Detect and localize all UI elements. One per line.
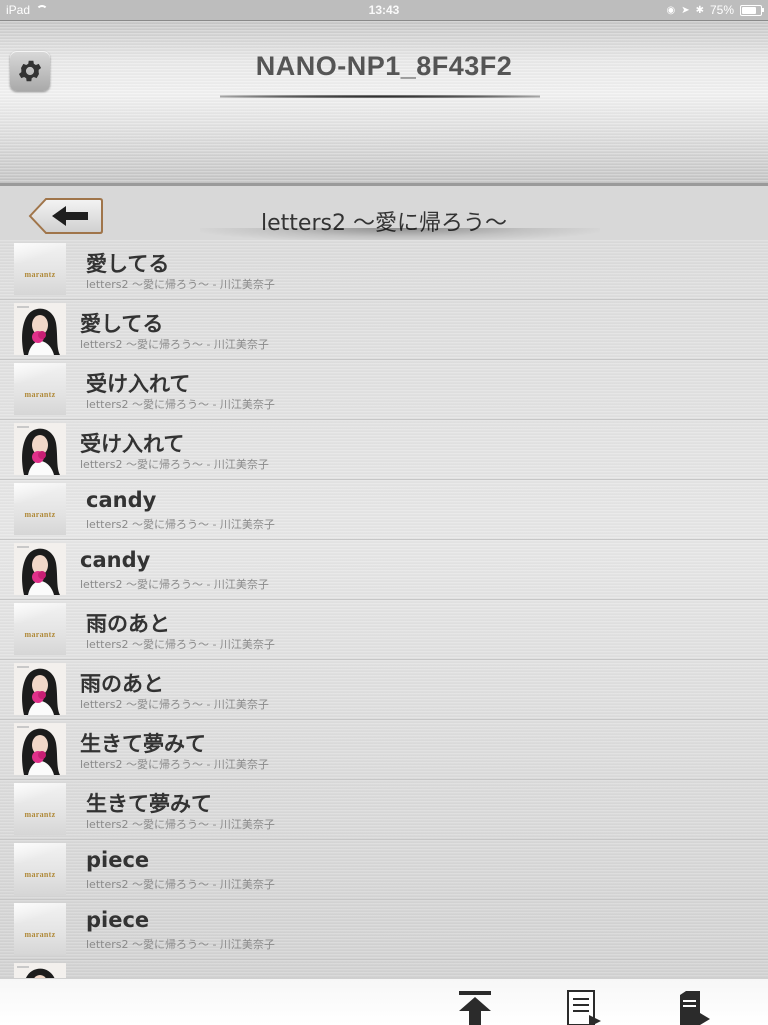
clock: 13:43 <box>368 3 400 17</box>
marantz-logo-text: marantz <box>24 809 56 819</box>
track-list[interactable]: marantz 愛してる letters2 〜愛に帰ろう〜 - 川江美奈子 愛してる l… <box>0 240 768 978</box>
track-title: 愛してる <box>80 312 164 336</box>
track-row[interactable]: 生きて夢みて letters2 〜愛に帰ろう〜 - 川江美奈子 <box>0 720 768 780</box>
marantz-logo-thumb: marantz <box>14 483 66 535</box>
track-subtitle: letters2 〜愛に帰ろう〜 - 川江美奈子 <box>80 458 269 471</box>
marantz-logo-text: marantz <box>24 509 56 519</box>
track-title: 受け入れて <box>86 372 191 396</box>
rotation-lock-icon: ◉ <box>666 4 676 16</box>
bluetooth-icon: ✱ <box>695 4 704 16</box>
track-subtitle: letters2 〜愛に帰ろう〜 - 川江美奈子 <box>86 938 275 951</box>
track-subtitle: letters2 〜愛に帰ろう〜 - 川江美奈子 <box>86 638 275 651</box>
album-art <box>14 723 66 775</box>
album-art <box>14 303 66 355</box>
track-row[interactable]: marantz candy letters2 〜愛に帰ろう〜 - 川江美奈子 <box>0 480 768 540</box>
track-row[interactable]: candy letters2 〜愛に帰ろう〜 - 川江美奈子 <box>0 540 768 600</box>
track-title: piece <box>86 908 150 932</box>
marantz-logo-thumb: marantz <box>14 783 66 835</box>
album-art <box>14 543 66 595</box>
status-bar: iPad 13:43 ◉ ➤ ✱ 75% <box>0 0 768 20</box>
marantz-logo-thumb: marantz <box>14 363 66 415</box>
album-art-image <box>14 303 66 355</box>
track-subtitle: letters2 〜愛に帰ろう〜 - 川江美奈子 <box>86 878 275 891</box>
track-title: 生きて夢みて <box>86 792 212 816</box>
album-art <box>14 663 66 715</box>
scroll-to-top-button[interactable] <box>455 989 495 1025</box>
track-title: 受け入れて <box>80 432 185 456</box>
marantz-logo-thumb: marantz <box>14 243 66 295</box>
marantz-logo-text: marantz <box>24 629 56 639</box>
playlist-icon <box>567 990 601 1025</box>
header: NANO-NP1_8F43F2 <box>0 20 768 186</box>
battery-fill <box>742 6 756 14</box>
track-row[interactable]: marantz piece letters2 〜愛に帰ろう〜 - 川江美奈子 <box>0 840 768 900</box>
track-title: 生きて夢みて <box>80 732 206 756</box>
scroll-to-top-icon <box>459 991 491 1025</box>
status-right: ◉ ➤ ✱ 75% <box>666 3 764 17</box>
marantz-logo-thumb: marantz <box>14 843 66 895</box>
marantz-logo-text: marantz <box>24 929 56 939</box>
track-row[interactable]: 受け入れて letters2 〜愛に帰ろう〜 - 川江美奈子 <box>0 420 768 480</box>
track-subtitle: letters2 〜愛に帰ろう〜 - 川江美奈子 <box>86 278 275 291</box>
server-icon <box>680 991 710 1025</box>
server-button[interactable] <box>672 989 712 1025</box>
location-icon: ➤ <box>681 4 690 16</box>
marantz-logo-text: marantz <box>24 869 56 879</box>
track-row[interactable]: marantz piece letters2 〜愛に帰ろう〜 - 川江美奈子 <box>0 900 768 960</box>
track-row[interactable]: 愛してる letters2 〜愛に帰ろう〜 - 川江美奈子 <box>0 300 768 360</box>
track-subtitle: letters2 〜愛に帰ろう〜 - 川江美奈子 <box>80 578 269 591</box>
marantz-logo-thumb: marantz <box>14 903 66 955</box>
track-row[interactable]: 雨のあと letters2 〜愛に帰ろう〜 - 川江美奈子 <box>0 660 768 720</box>
track-subtitle: letters2 〜愛に帰ろう〜 - 川江美奈子 <box>86 818 275 831</box>
bottom-toolbar <box>0 978 768 1025</box>
album-art-image <box>14 543 66 595</box>
track-row[interactable]: marantz 生きて夢みて letters2 〜愛に帰ろう〜 - 川江美奈子 <box>0 780 768 840</box>
album-art <box>14 963 66 978</box>
title-underline <box>220 95 540 98</box>
track-subtitle: letters2 〜愛に帰ろう〜 - 川江美奈子 <box>80 758 269 771</box>
track-title: 雨のあと <box>86 612 170 636</box>
track-subtitle: letters2 〜愛に帰ろう〜 - 川江美奈子 <box>80 698 269 711</box>
track-title: 愛してる <box>86 252 170 276</box>
marantz-logo-text: marantz <box>24 389 56 399</box>
playlist-button[interactable] <box>563 989 603 1025</box>
device-title: NANO-NP1_8F43F2 <box>255 51 513 81</box>
track-row[interactable]: marantz 愛してる letters2 〜愛に帰ろう〜 - 川江美奈子 <box>0 240 768 300</box>
track-subtitle: letters2 〜愛に帰ろう〜 - 川江美奈子 <box>86 518 275 531</box>
album-art <box>14 423 66 475</box>
track-row[interactable]: marantz 雨のあと letters2 〜愛に帰ろう〜 - 川江美奈子 <box>0 600 768 660</box>
track-title: 雨のあと <box>80 672 164 696</box>
track-title: candy <box>80 548 151 572</box>
marantz-logo-text: marantz <box>24 269 56 279</box>
track-row[interactable] <box>0 960 768 978</box>
battery-icon <box>740 4 764 16</box>
album-art-image <box>14 663 66 715</box>
battery-percent: 75% <box>709 3 734 17</box>
album-art-image <box>14 723 66 775</box>
track-row[interactable]: marantz 受け入れて letters2 〜愛に帰ろう〜 - 川江美奈子 <box>0 360 768 420</box>
marantz-logo-thumb: marantz <box>14 603 66 655</box>
track-title: candy <box>86 488 157 512</box>
track-title: piece <box>86 848 150 872</box>
track-subtitle: letters2 〜愛に帰ろう〜 - 川江美奈子 <box>86 398 275 411</box>
album-art-image <box>14 963 66 978</box>
album-art-image <box>14 423 66 475</box>
track-subtitle: letters2 〜愛に帰ろう〜 - 川江美奈子 <box>80 338 269 351</box>
